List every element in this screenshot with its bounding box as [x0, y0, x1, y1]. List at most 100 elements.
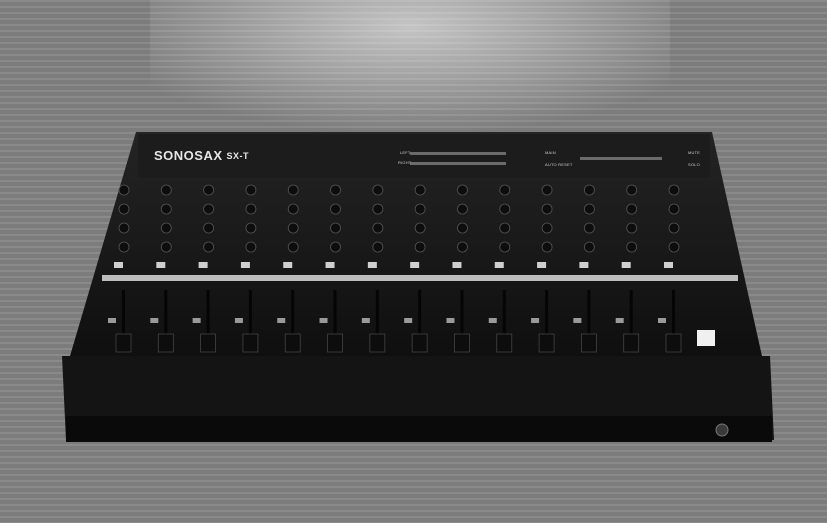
channel-button [234, 318, 243, 323]
fader-knob [538, 333, 555, 353]
channel-knob [457, 184, 468, 196]
channel-knob [414, 203, 426, 215]
channel-knob [541, 184, 553, 196]
channel-knob [457, 203, 468, 215]
master-button [697, 330, 715, 346]
channel-switch [410, 262, 420, 268]
console-front-edge [66, 416, 772, 442]
channel-knob [330, 184, 341, 196]
channel-knob [668, 184, 680, 196]
channel-knob [499, 241, 511, 253]
channel-knob [203, 184, 215, 196]
channel-knob [414, 241, 426, 253]
channel-knob [372, 241, 384, 253]
channel-knob [668, 241, 680, 253]
channel-knob [499, 184, 511, 196]
meter-label-left: LEFT [400, 150, 411, 155]
channel-switch [664, 262, 673, 268]
channel-knob [160, 184, 172, 196]
channel-knob [118, 241, 130, 253]
meter-bar-left [410, 152, 506, 155]
fader-knob [623, 333, 640, 353]
channel-knob [118, 203, 130, 215]
channel-switch [156, 262, 166, 268]
channel-knob [203, 203, 215, 215]
channel-button [658, 318, 666, 323]
channel-knob [287, 222, 299, 234]
channel-knob [668, 222, 680, 234]
channel-knob [245, 184, 257, 196]
fader-knob [242, 333, 259, 353]
channel-button [192, 318, 201, 323]
meter-bar-master [580, 157, 662, 160]
channel-knob [583, 241, 595, 253]
label-auto-reset: AUTO RESET [545, 162, 573, 167]
channel-knob [499, 203, 511, 215]
fader-knob [496, 333, 513, 353]
channel-button [108, 318, 116, 323]
channel-knob [245, 203, 257, 215]
channel-switch [367, 262, 377, 268]
channel-switch [198, 262, 208, 268]
channel-knob [160, 222, 172, 234]
channel-knob [287, 241, 299, 253]
divider-strip [102, 275, 738, 281]
channel-knob [372, 203, 384, 215]
fader-knob [580, 333, 597, 353]
channel-knob [287, 203, 299, 215]
channel-button [446, 318, 455, 323]
channel-button [150, 318, 159, 323]
photo-scene [0, 0, 827, 523]
channel-button [277, 318, 286, 323]
channel-knob [372, 184, 384, 196]
channel-knob [118, 222, 130, 234]
channel-switch [325, 262, 335, 268]
channel-knob [457, 222, 468, 234]
channel-knob [541, 241, 553, 253]
headphone-jack [715, 423, 729, 437]
channel-knob [245, 222, 257, 234]
channel-knob [583, 184, 595, 196]
channel-knob [414, 222, 426, 234]
channel-button [531, 318, 540, 323]
channel-knob [626, 241, 638, 253]
channel-knob [457, 241, 468, 253]
channel-knob [583, 222, 595, 234]
channel-knob [499, 222, 511, 234]
channel-button [319, 318, 328, 323]
channel-switch [537, 262, 547, 268]
fader-knob [115, 333, 132, 353]
channel-button [361, 318, 370, 323]
label-main: MAIN [545, 150, 556, 155]
fader-knob [157, 333, 174, 353]
channel-knob [414, 184, 426, 196]
label-solo: SOLO [688, 162, 700, 167]
channel-knob [287, 184, 299, 196]
channel-knob [203, 222, 215, 234]
channel-knob [330, 203, 341, 215]
meter-label-right: RIGHT [398, 160, 412, 165]
fader-knob [369, 333, 386, 353]
channel-knob [203, 241, 215, 253]
channel-knob [160, 203, 172, 215]
channel-knob [583, 203, 595, 215]
channel-knob [372, 222, 384, 234]
fader-knob [411, 333, 428, 353]
channel-switch [452, 262, 462, 268]
channel-button [488, 318, 497, 323]
brand-logo: SONOSAX SX-T [154, 148, 250, 163]
channel-knob [626, 222, 638, 234]
channel-knob [330, 241, 341, 253]
channel-button [615, 318, 624, 323]
channel-switch [114, 262, 123, 268]
channel-knob [245, 241, 257, 253]
channel-switch [494, 262, 504, 268]
channel-switch [621, 262, 631, 268]
channel-knob [160, 241, 172, 253]
meter-bar-right [410, 162, 506, 165]
channel-knob [541, 203, 553, 215]
channel-knob [330, 222, 341, 234]
fader-knob [454, 333, 470, 353]
fader-knob [327, 333, 343, 353]
channel-knob [668, 203, 680, 215]
